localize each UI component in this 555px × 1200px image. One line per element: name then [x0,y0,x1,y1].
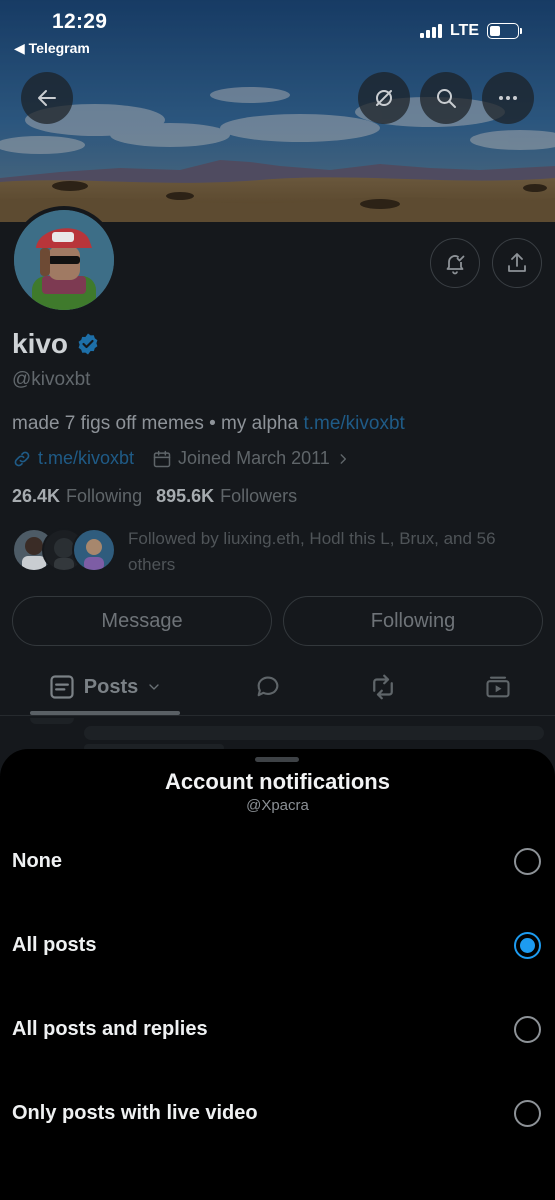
chevron-down-icon [149,684,159,690]
bio-text: made 7 figs off memes • my alpha [12,413,304,434]
calendar-icon [153,450,171,467]
tabs-divider [0,715,555,716]
status-indicators: LTE [419,22,522,40]
more-options-button[interactable] [482,72,534,124]
notifications-button[interactable] [430,238,480,288]
posts-icon [50,675,74,699]
joined-item[interactable]: Joined March 2011 [152,448,350,469]
option-label: None [12,849,62,872]
option-none[interactable]: None [0,831,555,891]
verified-badge-icon[interactable] [76,332,100,356]
status-time: 12:29 [52,10,108,33]
more-horizontal-icon [499,96,517,100]
following-button[interactable]: Following [283,596,543,646]
followers-count: 895.6K [156,486,215,506]
profile-bio: made 7 figs off memes • my alpha t.me/ki… [12,413,405,435]
followed-by-text: Followed by liuxing.eth, Hodl this L, Br… [128,529,496,574]
tab-media[interactable] [470,662,526,712]
radio-selected[interactable] [514,931,541,959]
option-label: All posts and replies [12,1017,208,1040]
signal-icon [419,24,442,38]
sheet-grabber[interactable] [255,757,299,762]
account-notifications-sheet: Account notifications @Xpacra None All p… [0,749,555,1200]
radio-unselected[interactable] [514,1015,541,1043]
tab-reposts[interactable] [355,662,411,712]
option-all-posts-and-replies[interactable]: All posts and replies [0,999,555,1059]
share-profile-button[interactable] [492,238,542,288]
followed-by-row[interactable]: Followed by liuxing.eth, Hodl this L, Br… [12,526,528,578]
link-icon [14,451,30,466]
profile-meta: t.me/kivoxbt Joined March 2011 [12,448,350,469]
followers-label: Followers [220,486,298,506]
sheet-title: Account notifications [165,769,390,794]
back-button[interactable] [21,72,73,124]
option-label: Only posts with live video [12,1101,258,1124]
post-avatar-placeholder [30,718,74,724]
avatar-image [14,210,114,310]
profile-tabs: Posts [0,662,555,715]
tab-posts[interactable]: Posts [30,662,180,712]
profile-avatar[interactable] [10,206,118,314]
website-item[interactable]: t.me/kivoxbt [12,448,134,469]
video-icon [486,676,510,698]
radio-unselected[interactable] [514,847,541,875]
search-button[interactable] [420,72,472,124]
mutual-avatar [72,528,116,572]
followers-stat[interactable]: 895.6K Followers [156,486,297,507]
mute-notifications-button[interactable] [358,72,410,124]
website-link[interactable]: t.me/kivoxbt [38,448,134,469]
network-label: LTE [449,22,479,39]
share-icon [508,253,526,272]
following-count: 26.4K [12,486,61,506]
radio-unselected[interactable] [514,1099,541,1127]
repost-icon [373,674,393,700]
back-to-app-link[interactable]: ◀ Telegram [14,40,90,57]
search-icon [437,89,456,108]
profile-name-row: kivo [12,328,100,360]
tab-posts-label: Posts [83,675,139,698]
following-stat[interactable]: 26.4K Following [12,486,142,507]
bell-check-icon [446,255,465,275]
option-all-posts[interactable]: All posts [0,915,555,975]
mutual-avatars [12,526,116,572]
bio-link[interactable]: t.me/kivoxbt [303,413,404,434]
chevron-right-icon [340,453,346,464]
tab-replies[interactable] [240,662,296,712]
post-line-placeholder [84,726,544,740]
profile-stats: 26.4K Following 895.6K Followers [12,486,297,507]
following-label: Following [66,486,143,506]
bell-slash-icon [376,90,392,106]
profile-handle: @kivoxbt [12,369,91,390]
battery-icon [487,23,522,39]
option-live-video[interactable]: Only posts with live video [0,1083,555,1143]
message-button[interactable]: Message [12,596,272,646]
sheet-subtitle: @Xpacra [246,797,309,814]
radio-dot [520,937,535,953]
display-name: kivo [12,328,69,359]
reply-icon [257,676,279,697]
arrow-left-icon [38,90,56,106]
joined-date: Joined March 2011 [178,448,330,468]
option-label: All posts [12,933,97,956]
